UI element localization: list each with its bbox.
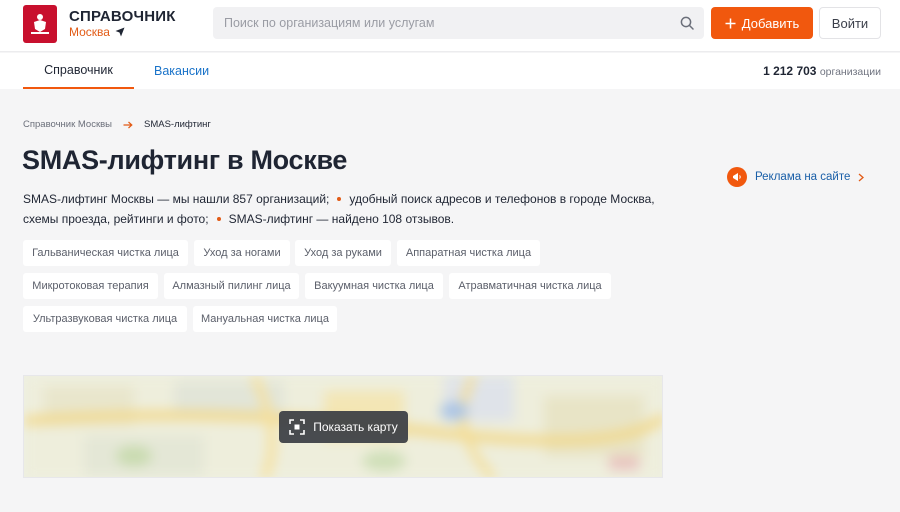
plus-icon bbox=[725, 18, 736, 28]
service-tag[interactable]: Уход за руками bbox=[295, 240, 391, 266]
breadcrumb-current: SMAS-лифтинг bbox=[143, 119, 211, 130]
description-part-3: SMAS-лифтинг — найдено 108 отзывов. bbox=[228, 212, 455, 226]
organization-count-value: 1 212 703 bbox=[763, 64, 817, 78]
add-organization-button[interactable]: Добавить bbox=[711, 7, 813, 39]
login-button[interactable]: Войти bbox=[819, 7, 881, 39]
advertise-link-label: Реклама на сайте bbox=[755, 171, 851, 183]
tab-vacancies[interactable]: Вакансии bbox=[154, 53, 209, 89]
service-tag[interactable]: Микротоковая терапия bbox=[23, 273, 158, 299]
moscow-coat-of-arms-logo[interactable] bbox=[23, 5, 57, 43]
service-tag[interactable]: Аппаратная чистка лица bbox=[397, 240, 540, 266]
description-part-1: SMAS-лифтинг Москвы — мы нашли 857 орган… bbox=[23, 192, 330, 206]
service-tag[interactable]: Мануальная чистка лица bbox=[193, 306, 337, 332]
breadcrumb: Справочник Москвы SMAS-лифтинг bbox=[23, 119, 211, 130]
service-tag[interactable]: Вакуумная чистка лица bbox=[305, 273, 443, 299]
arrow-right-icon bbox=[123, 121, 133, 128]
brand-title[interactable]: СПРАВОЧНИК bbox=[69, 8, 176, 25]
page-title: SMAS-лифтинг в Москве bbox=[22, 145, 348, 175]
show-map-label: Показать карту bbox=[313, 420, 398, 434]
city-selector[interactable]: Москва bbox=[69, 25, 125, 39]
service-tag[interactable]: Ультразвуковая чистка лица bbox=[23, 306, 187, 332]
service-tag[interactable]: Уход за ногами bbox=[194, 240, 290, 266]
map-preview[interactable]: Показать карту bbox=[23, 375, 663, 478]
service-tag[interactable]: Алмазный пилинг лица bbox=[164, 273, 299, 299]
page-description: SMAS-лифтинг Москвы — мы нашли 857 орган… bbox=[23, 189, 663, 229]
search-input[interactable] bbox=[213, 7, 673, 39]
show-map-button[interactable]: Показать карту bbox=[279, 411, 408, 443]
breadcrumb-parent-link[interactable]: Справочник Москвы bbox=[23, 119, 112, 130]
site-header: СПРАВОЧНИК Москва Добавить Войти bbox=[0, 0, 900, 52]
bullet-dot-icon bbox=[216, 216, 221, 221]
advertise-link[interactable]: Реклама на сайте bbox=[727, 167, 865, 187]
service-tag[interactable]: Атравматичная чистка лица bbox=[449, 273, 611, 299]
search-icon[interactable] bbox=[680, 16, 694, 30]
section-tabs: Справочник Вакансии 1 212 703 организаци… bbox=[0, 53, 900, 89]
organization-count-label: организации bbox=[819, 66, 881, 78]
expand-frame-icon bbox=[289, 419, 306, 435]
search-bar bbox=[213, 7, 704, 39]
megaphone-icon bbox=[727, 167, 747, 187]
organization-count: 1 212 703 организации bbox=[763, 64, 881, 78]
bullet-dot-icon bbox=[337, 196, 342, 201]
location-arrow-icon bbox=[115, 27, 125, 37]
tab-directory[interactable]: Справочник bbox=[23, 53, 134, 89]
city-name: Москва bbox=[69, 25, 110, 39]
chevron-right-icon bbox=[858, 173, 865, 181]
add-button-label: Добавить bbox=[741, 15, 800, 31]
service-tag[interactable]: Гальваническая чистка лица bbox=[23, 240, 188, 266]
